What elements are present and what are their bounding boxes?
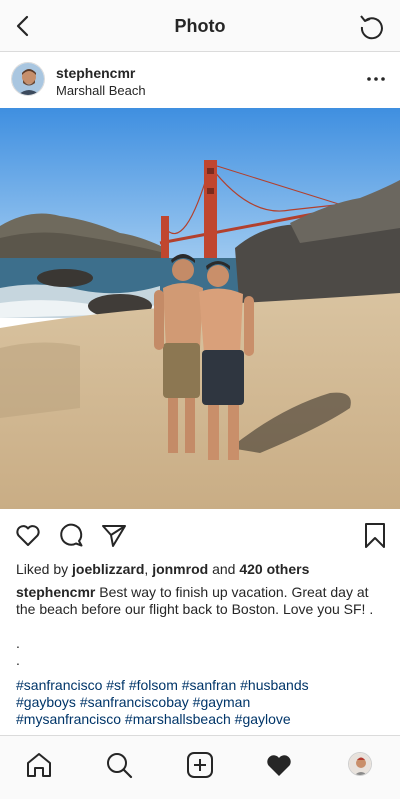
ellipsis-icon[interactable] bbox=[366, 72, 386, 86]
page-title: Photo bbox=[174, 16, 226, 36]
hashtag-line[interactable]: #gayboys #sanfranciscobay #gayman bbox=[16, 694, 388, 711]
top-bar: Photo bbox=[0, 0, 400, 52]
refresh-icon[interactable] bbox=[358, 12, 386, 40]
share-icon[interactable] bbox=[100, 521, 128, 549]
post-caption: stephencmr Best way to finish up vacatio… bbox=[16, 584, 388, 669]
post-actions bbox=[0, 519, 400, 553]
search-icon[interactable] bbox=[104, 750, 134, 780]
likes-separator: , bbox=[144, 561, 149, 577]
home-icon[interactable] bbox=[24, 750, 54, 780]
heart-icon[interactable] bbox=[14, 521, 42, 549]
caption-dot: . bbox=[16, 635, 20, 651]
caption-dot: . bbox=[16, 652, 20, 668]
post-username[interactable]: stephencmr bbox=[56, 65, 135, 81]
profile-avatar[interactable] bbox=[348, 752, 372, 776]
liker-link[interactable]: jonmrod bbox=[152, 561, 208, 577]
bottom-nav bbox=[0, 735, 400, 799]
hashtag-line[interactable]: #sanfrancisco #sf #folsom #sanfran #husb… bbox=[16, 677, 388, 694]
bookmark-icon[interactable] bbox=[361, 521, 389, 549]
hashtag-line[interactable]: #mysanfrancisco #marshallsbeach #gaylove bbox=[16, 711, 388, 728]
avatar[interactable] bbox=[11, 62, 45, 96]
new-post-icon[interactable] bbox=[185, 750, 215, 780]
post-header: stephencmr Marshall Beach bbox=[0, 52, 400, 108]
likes-and: and bbox=[212, 561, 236, 577]
comment-icon[interactable] bbox=[57, 521, 85, 549]
likes-summary: Liked by joeblizzard, jonmrod and 420 ot… bbox=[16, 561, 309, 577]
likes-prefix: Liked by bbox=[16, 561, 69, 577]
likes-others-link[interactable]: 420 others bbox=[239, 561, 309, 577]
post-photo[interactable] bbox=[0, 108, 400, 509]
post-location[interactable]: Marshall Beach bbox=[56, 83, 146, 98]
hashtags: #sanfrancisco #sf #folsom #sanfran #husb… bbox=[16, 677, 388, 728]
caption-username[interactable]: stephencmr bbox=[16, 584, 95, 600]
liker-link[interactable]: joeblizzard bbox=[72, 561, 144, 577]
activity-heart-icon[interactable] bbox=[264, 750, 294, 780]
